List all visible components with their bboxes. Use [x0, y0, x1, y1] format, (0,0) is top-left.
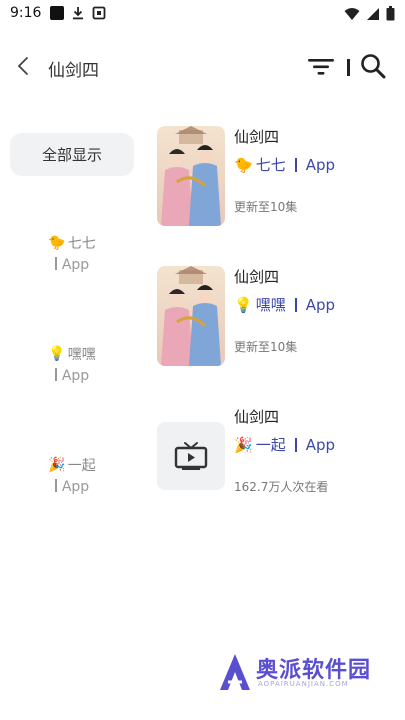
wifi-icon [344, 7, 360, 20]
poster-art [157, 126, 225, 226]
source-type: App [30, 257, 114, 277]
download-icon [73, 7, 83, 20]
watermark-logo-icon [220, 654, 250, 690]
search-icon [361, 54, 386, 79]
watermark-subtext: AOPAIRUANJIAN.COM [258, 680, 349, 688]
notification-icons [50, 6, 106, 20]
result-source-type: App [305, 155, 336, 174]
result-source: 💡 嘿嘿 App [234, 294, 335, 315]
result-source-type: App [305, 435, 336, 454]
result-title: 仙剑四 [234, 128, 280, 146]
page-title: 仙剑四 [48, 61, 99, 81]
source-emoji-icon: 💡 [48, 346, 66, 362]
drama-poster [157, 266, 225, 366]
result-card[interactable]: 仙剑四 🐤 七七 App 更新至10集 [157, 126, 397, 228]
pipe-divider [294, 297, 297, 312]
result-source: 🐤 七七 App [234, 154, 335, 175]
result-source-name: 嘿嘿 [255, 296, 286, 314]
filter-icon [308, 59, 334, 75]
source-type-label: App [61, 368, 90, 384]
result-source-type: App [305, 295, 336, 314]
source-type: App [30, 368, 114, 388]
result-source: 🎉 一起 App [234, 434, 335, 455]
result-title: 仙剑四 [234, 408, 280, 426]
source-filter-label: 🐤 七七 [30, 233, 114, 253]
tv-placeholder-icon [174, 442, 208, 470]
pipe-divider [54, 257, 57, 270]
status-time: 9:16 [10, 5, 42, 21]
chevron-left-icon [17, 57, 28, 75]
system-status-icons [344, 6, 395, 21]
drama-poster [157, 126, 225, 226]
result-title: 仙剑四 [234, 268, 280, 286]
result-subtitle: 更新至10集 [234, 340, 298, 354]
result-subtitle: 162.7万人次在看 [234, 480, 329, 494]
result-card[interactable]: 仙剑四 🎉 一起 App 162.7万人次在看 [157, 406, 397, 496]
source-name: 嘿嘿 [67, 347, 96, 363]
source-filter-qiqi[interactable]: 🐤 七七 App [30, 233, 114, 277]
source-type: App [30, 479, 114, 499]
source-emoji-icon: 🐤 [234, 155, 253, 174]
source-filter-label: 💡 嘿嘿 [30, 344, 114, 364]
search-button[interactable] [359, 52, 387, 80]
source-type-label: App [61, 479, 90, 495]
back-button[interactable] [12, 54, 36, 78]
cell-signal-icon [367, 7, 379, 20]
source-emoji-icon: 🎉 [48, 457, 66, 473]
sd-card-icon [92, 6, 106, 20]
result-source-name: 一起 [255, 436, 286, 454]
pipe-divider [54, 368, 57, 381]
source-emoji-icon: 🐤 [48, 235, 66, 251]
battery-icon [386, 6, 395, 21]
source-filter-yiqi[interactable]: 🎉 一起 App [30, 455, 114, 499]
status-bar: 9:16 [0, 0, 405, 28]
source-emoji-icon: 🎉 [234, 435, 253, 454]
source-filter-label: 🎉 一起 [30, 455, 114, 475]
show-all-button[interactable]: 全部显示 [10, 133, 134, 176]
header-divider [347, 59, 350, 76]
poster-art [157, 266, 225, 366]
result-subtitle: 更新至10集 [234, 200, 298, 214]
pipe-divider [294, 437, 297, 452]
result-source-name: 七七 [255, 156, 286, 174]
pipe-divider [54, 479, 57, 492]
source-name: 一起 [67, 458, 96, 474]
source-emoji-icon: 💡 [234, 295, 253, 314]
source-name: 七七 [67, 236, 96, 252]
filter-button[interactable] [306, 54, 336, 80]
source-type-label: App [61, 257, 90, 273]
app-notification-icon [50, 6, 64, 20]
result-card[interactable]: 仙剑四 💡 嘿嘿 App 更新至10集 [157, 266, 397, 368]
pipe-divider [294, 157, 297, 172]
source-filter-heihei[interactable]: 💡 嘿嘿 App [30, 344, 114, 388]
watermark: 奥派软件园 AOPAIRUANJIAN.COM [218, 650, 398, 710]
tv-placeholder [157, 422, 225, 490]
search-header: 仙剑四 [0, 40, 405, 96]
